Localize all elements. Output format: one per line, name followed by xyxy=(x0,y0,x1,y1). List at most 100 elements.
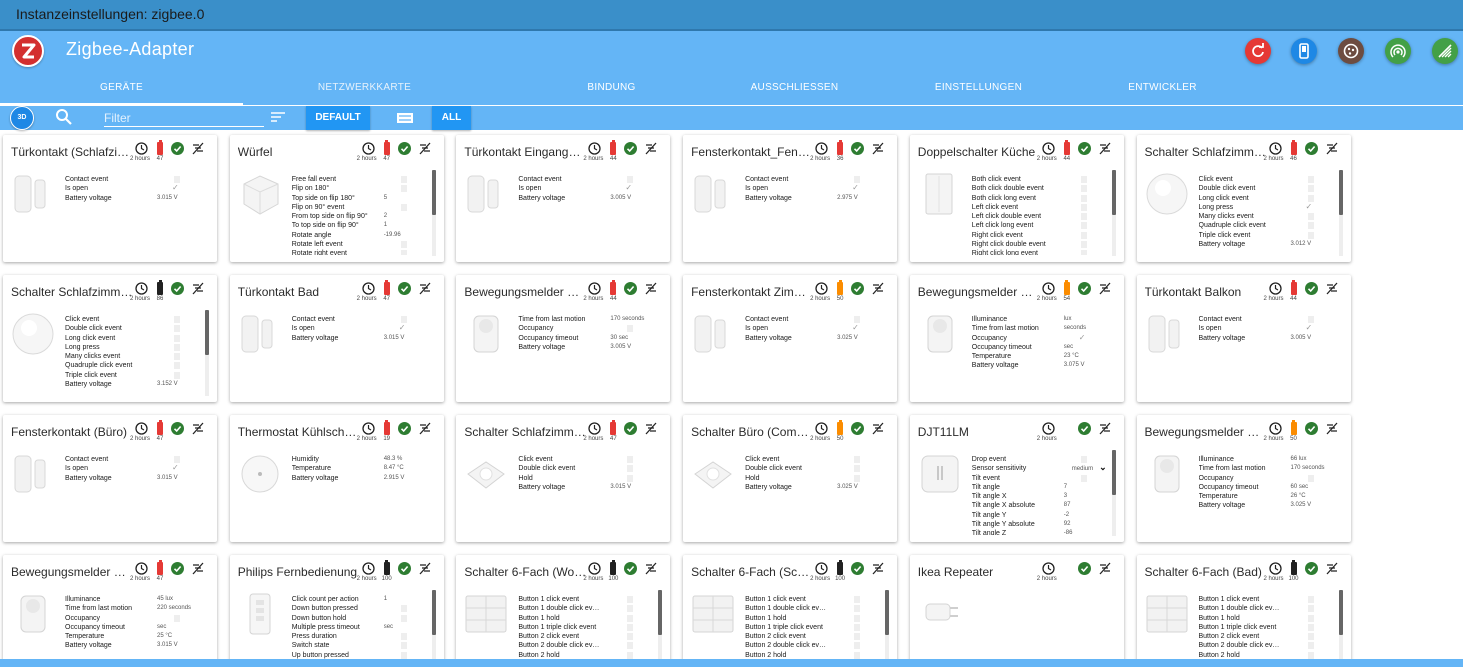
state-button[interactable] xyxy=(174,176,180,183)
device-card[interactable]: Würfel 2 hours 47 Free fall event Flip on… xyxy=(229,135,444,262)
state-button[interactable] xyxy=(627,325,634,333)
filter-input[interactable] xyxy=(104,109,264,127)
view-list-icon[interactable] xyxy=(397,113,413,123)
scrollbar[interactable] xyxy=(1111,170,1116,256)
state-button[interactable] xyxy=(627,474,634,482)
device-card[interactable]: Schalter Schlafzimm… 2 hours 86 Click ev… xyxy=(3,275,217,402)
state-button[interactable] xyxy=(174,371,180,379)
scrollbar[interactable] xyxy=(885,590,890,659)
state-button[interactable] xyxy=(854,623,861,631)
state-button[interactable] xyxy=(400,605,407,613)
state-button[interactable] xyxy=(627,176,634,183)
state-button[interactable] xyxy=(174,614,180,622)
device-card[interactable]: Bewegungsmelder B… 2 hours 44 Time from … xyxy=(456,275,671,402)
state-button[interactable] xyxy=(627,642,634,650)
scrollbar[interactable] xyxy=(431,590,436,659)
state-button[interactable] xyxy=(627,465,634,473)
state-button[interactable] xyxy=(627,623,634,631)
tab-devices[interactable]: GERÄTE xyxy=(0,75,243,105)
state-button[interactable] xyxy=(1307,642,1314,650)
state-button[interactable] xyxy=(400,185,407,193)
pairing-button[interactable] xyxy=(1385,38,1411,64)
state-button[interactable] xyxy=(854,316,861,323)
state-button[interactable] xyxy=(627,605,634,613)
state-button[interactable] xyxy=(174,316,180,323)
device-card[interactable]: Türkontakt Bad 2 hours 47 Contact event I… xyxy=(229,275,444,402)
state-button[interactable] xyxy=(174,353,180,361)
state-button[interactable] xyxy=(1307,222,1314,230)
state-button[interactable] xyxy=(1080,250,1087,255)
state-button[interactable] xyxy=(1307,185,1314,193)
tab-network-map[interactable]: NETZWERKKARTE xyxy=(243,75,486,105)
state-button[interactable] xyxy=(1080,231,1087,239)
state-button[interactable] xyxy=(1307,213,1314,221)
scrollbar-thumb[interactable] xyxy=(1111,450,1116,495)
state-button[interactable] xyxy=(400,316,407,323)
device-card[interactable]: Türkontakt Balkon 2 hours 44 Contact eve… xyxy=(1136,275,1351,402)
device-card[interactable]: Türkontakt Eingang… 2 hours 44 Contact e… xyxy=(456,135,671,262)
state-button[interactable] xyxy=(400,176,407,183)
state-button[interactable] xyxy=(1307,194,1314,202)
state-button[interactable] xyxy=(1307,633,1314,641)
device-card[interactable]: Fensterkontakt Zim… 2 hours 50 Contact e… xyxy=(683,275,898,402)
state-button[interactable] xyxy=(1307,474,1314,482)
state-button[interactable] xyxy=(627,633,634,641)
state-button[interactable] xyxy=(854,474,861,482)
state-button[interactable] xyxy=(400,614,407,622)
sort-icon[interactable] xyxy=(271,112,285,124)
state-button[interactable] xyxy=(400,203,407,211)
state-button[interactable] xyxy=(1080,203,1087,211)
device-card[interactable]: Schalter 6-Fach (Bad) 2 hours 100 Button… xyxy=(1136,555,1351,659)
scrollbar-thumb[interactable] xyxy=(1338,590,1343,635)
state-button[interactable] xyxy=(1080,456,1087,463)
device-card[interactable]: Schalter 6-Fach (Schl… 2 hours 100 Butto… xyxy=(683,555,898,659)
state-button[interactable] xyxy=(1307,614,1314,622)
device-card[interactable]: Schalter Büro (Comp… 2 hours 50 Click ev… xyxy=(683,415,898,542)
device-card[interactable]: Schalter Schlafzimm… 2 hours 47 Click ev… xyxy=(456,415,671,542)
state-button[interactable] xyxy=(854,642,861,650)
state-button[interactable] xyxy=(854,614,861,622)
state-button[interactable] xyxy=(1307,596,1314,603)
default-room-chip[interactable]: DEFAULT xyxy=(306,106,370,130)
state-button[interactable] xyxy=(400,633,407,641)
device-card[interactable]: DJT11LM 2 hours Drop event Sensor sensiti… xyxy=(909,415,1124,542)
tab-developer[interactable]: ENTWICKLER xyxy=(1041,75,1284,105)
scrollbar-thumb[interactable] xyxy=(885,590,890,635)
state-button[interactable] xyxy=(1307,623,1314,631)
state-button[interactable] xyxy=(854,633,861,641)
state-button[interactable] xyxy=(1080,185,1087,193)
state-button[interactable] xyxy=(174,325,180,333)
state-button[interactable] xyxy=(1080,241,1087,249)
refresh-button[interactable] xyxy=(1245,38,1271,64)
state-button[interactable] xyxy=(854,176,861,183)
device-card[interactable]: Thermostat Kühlsch… 2 hours 19 Humidity 4… xyxy=(229,415,444,542)
state-button[interactable] xyxy=(1307,651,1314,659)
touchlink-button[interactable] xyxy=(1291,38,1317,64)
scrollbar[interactable] xyxy=(1338,590,1343,659)
state-button[interactable] xyxy=(1080,213,1087,221)
state-button[interactable] xyxy=(1080,222,1087,230)
state-button[interactable] xyxy=(854,456,861,463)
state-button[interactable] xyxy=(400,250,407,255)
scrollbar-thumb[interactable] xyxy=(1111,170,1116,215)
state-button[interactable] xyxy=(400,642,407,650)
state-button[interactable] xyxy=(1080,474,1087,482)
device-card[interactable]: Bewegungsmelder K… 2 hours 47 Illuminanc… xyxy=(3,555,217,659)
state-button[interactable] xyxy=(1307,605,1314,613)
state-button[interactable] xyxy=(174,456,180,463)
state-button[interactable] xyxy=(174,343,180,351)
state-button[interactable] xyxy=(1080,176,1087,183)
device-card[interactable]: Schalter Schlafzimm… 2 hours 46 Click ev… xyxy=(1136,135,1351,262)
state-button[interactable] xyxy=(627,456,634,463)
device-card[interactable]: Schalter 6-Fach (Wo… 2 hours 100 Button … xyxy=(456,555,671,659)
state-button[interactable] xyxy=(174,362,180,370)
state-button[interactable] xyxy=(854,596,861,603)
scrollbar-thumb[interactable] xyxy=(431,590,436,635)
state-button[interactable] xyxy=(854,651,861,659)
state-button[interactable] xyxy=(627,614,634,622)
device-card[interactable]: Philips Fernbedienung 2 hours 100 Click … xyxy=(229,555,444,659)
device-card[interactable]: Bewegungsmelder B… 2 hours 50 Illuminanc… xyxy=(1136,415,1351,542)
device-card[interactable]: Bewegungsmelder Fl… 2 hours 54 Illuminan… xyxy=(909,275,1124,402)
scrollbar[interactable] xyxy=(431,170,436,256)
state-button[interactable] xyxy=(174,334,180,342)
